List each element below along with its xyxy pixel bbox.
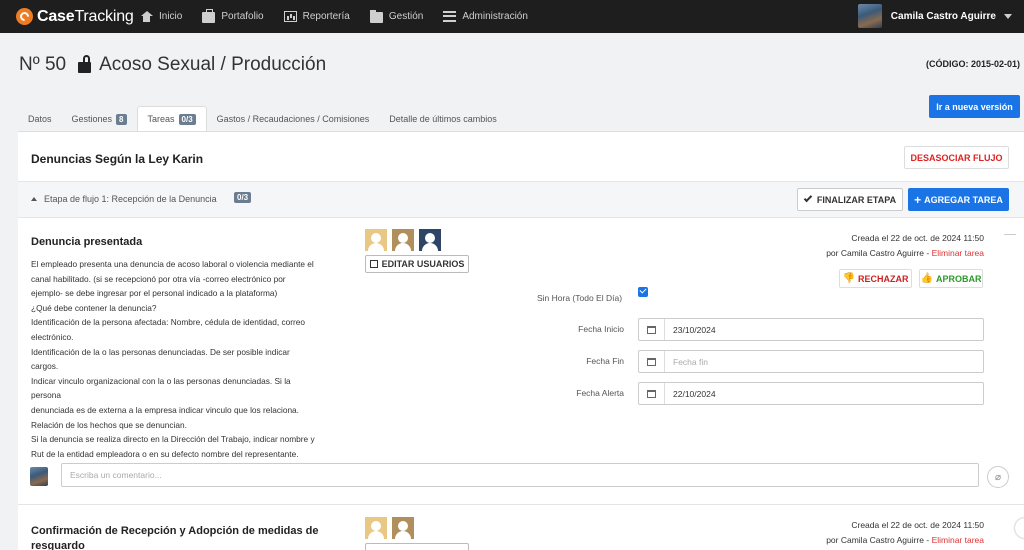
nav-item-inicio[interactable]: Inicio [140,11,182,22]
task-created-info: Creada el 22 de oct. de 2024 11:50 por C… [826,520,984,545]
check-icon [803,193,813,203]
user-avatar[interactable] [419,229,441,251]
paperclip-icon[interactable]: ⌀ [987,466,1009,488]
nav-item-administracion[interactable]: Administración [443,11,528,22]
start-date-field [638,318,984,341]
edit-icon [369,260,378,268]
start-date-input[interactable] [665,324,965,335]
nav-item-portafolio[interactable]: Portafolio [202,9,264,23]
user-menu[interactable]: Camila Castro Aguirre [857,4,1012,28]
reject-button[interactable]: 👎 RECHAZAR [839,269,912,288]
nav-item-gestion[interactable]: Gestión [369,10,423,23]
assigned-users [365,517,419,539]
divider [18,504,1024,505]
case-title-text: Acoso Sexual / Producción [99,54,327,75]
brand-logo[interactable]: CaseTracking [16,8,140,26]
case-number: Nº 50 [19,54,67,75]
flow-title: Denuncias Según la Ley Karin [31,152,204,166]
briefcase-icon [202,9,216,23]
menu-icon [443,11,457,22]
calendar-icon[interactable] [639,319,665,340]
alert-date-field [638,382,984,405]
delete-task-link[interactable]: Eliminar tarea [932,535,984,545]
stage-label: Etapa de flujo 1: Recepción de la Denunc… [44,194,217,204]
count-badge: 0/3 [178,113,196,125]
calendar-icon[interactable] [639,351,665,372]
finish-stage-button[interactable]: FINALIZAR ETAPA [797,188,903,211]
tab-datos[interactable]: Datos [18,107,62,131]
tasks-panel: Denuncias Según la Ley Karin DESASOCIAR … [18,131,1024,550]
delete-task-link[interactable]: Eliminar tarea [932,248,984,258]
user-avatar [857,4,882,28]
edit-users-button[interactable]: EDITAR USUARIOS [365,255,469,273]
comment-input[interactable] [61,463,979,487]
chart-icon [283,11,297,22]
alert-date-input[interactable] [665,388,965,399]
chevron-down-icon [1004,13,1012,19]
top-navbar: CaseTracking Inicio Portafolio Reporterí… [0,0,1024,33]
commenter-avatar [30,467,48,486]
divider [1004,234,1016,235]
task-description: El empleado presenta una denuncia de aco… [31,259,315,459]
user-avatar[interactable] [365,229,387,251]
dissociate-flow-button[interactable]: DESASOCIAR FLUJO [904,146,1009,169]
case-code: (CÓDIGO: 2015-02-01) [925,59,1020,69]
nav-item-reporteria[interactable]: Reportería [283,11,350,22]
edit-users-button[interactable] [365,543,469,550]
start-date-label: Fecha Inicio [578,324,624,334]
case-tabs: Datos Gestiones 8 Tareas 0/3 Gastos / Reca… [18,106,507,131]
casetracking-logo-icon [16,8,33,25]
all-day-label: Sin Hora (Todo El Día) [537,293,623,303]
unlock-icon[interactable] [78,55,92,73]
tab-detalle-cambios[interactable]: Detalle de últimos cambios [379,107,507,131]
approve-button[interactable]: 👍 APROBAR [919,269,983,288]
caret-up-icon[interactable] [31,197,37,201]
thumbs-up-icon: 👍 [920,273,933,284]
calendar-icon[interactable] [639,383,665,404]
end-date-label: Fecha Fin [586,356,624,366]
new-version-button[interactable]: Ir a nueva versión [929,95,1020,118]
stage-header[interactable]: Etapa de flujo 1: Recepción de la Denunc… [18,181,1024,218]
user-avatar[interactable] [365,517,387,539]
end-date-field [638,350,984,373]
thumbs-down-icon: 👎 [842,273,855,284]
assigned-users [365,229,446,251]
plus-icon: + [914,192,922,207]
tab-gastos[interactable]: Gastos / Recaudaciones / Comisiones [207,107,380,131]
home-icon [140,11,153,22]
task-title: Confirmación de Recepción y Adopción de … [31,525,319,550]
task-title: Denuncia presentada [31,236,143,248]
stage-count-badge: 0/3 [234,192,252,203]
tab-tareas[interactable]: Tareas 0/3 [136,106,207,131]
user-name: Camila Castro Aguirre [890,10,996,22]
task-created-info: Creada el 22 de oct. de 2024 11:50 por C… [826,233,984,258]
count-badge: 8 [116,113,127,125]
user-avatar[interactable] [392,229,414,251]
folder-icon [369,10,383,23]
add-task-button[interactable]: + AGREGAR TAREA [908,188,1009,211]
user-avatar[interactable] [392,517,414,539]
tab-gestiones[interactable]: Gestiones 8 [62,107,137,131]
page-title: Nº 50 Acoso Sexual / Producción [19,54,326,76]
alert-date-label: Fecha Alerta [576,388,624,398]
end-date-input[interactable] [665,356,965,367]
all-day-checkbox[interactable] [638,287,648,297]
